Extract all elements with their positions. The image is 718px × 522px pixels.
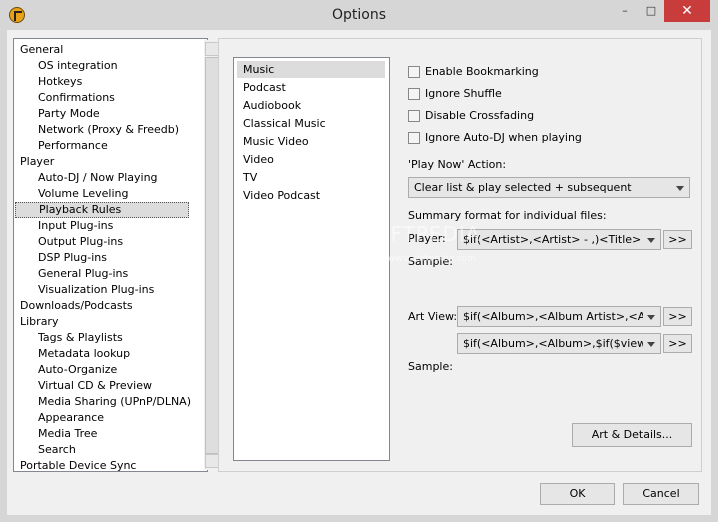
tree-item[interactable]: Output Plug-ins (38, 234, 123, 250)
checkbox-label: Disable Crossfading (425, 109, 535, 122)
art-details-button[interactable]: Art & Details... (572, 423, 692, 447)
chevron-down-icon (676, 186, 684, 191)
tree-item[interactable]: Volume Leveling (38, 186, 128, 202)
tree-item[interactable]: Appearance (38, 410, 104, 426)
chevron-down-icon (647, 342, 655, 347)
media-type-item[interactable]: Music Video (237, 133, 385, 150)
checkbox-box[interactable] (408, 88, 420, 100)
tree-item[interactable]: Media Sharing (UPnP/DLNA) (38, 394, 191, 410)
tree-item[interactable]: Tags & Playlists (38, 330, 123, 346)
tree-item[interactable]: Search (38, 442, 76, 458)
tree-item[interactable]: Confirmations (38, 90, 115, 106)
minimize-button[interactable]: – (612, 0, 638, 22)
ok-button[interactable]: OK (540, 483, 615, 505)
tree-item[interactable]: Party Mode (38, 106, 100, 122)
art-view-format-dropdown-1[interactable]: $if(<Album>,<Album Artist>,<Artist (457, 306, 661, 327)
play-now-value: Clear list & play selected + subsequent (414, 181, 632, 194)
tree-item[interactable]: General (20, 42, 63, 58)
title-bar: Options – □ ✕ (0, 0, 718, 30)
art-view-format-value: $if(<Album>,<Album>,$if($viewmod (463, 337, 643, 350)
window-title: Options (331, 7, 387, 23)
checkbox-label: Ignore Auto-DJ when playing (425, 131, 582, 144)
play-now-dropdown[interactable]: Clear list & play selected + subsequent (408, 177, 690, 198)
tree-item[interactable]: Player (20, 154, 54, 170)
scroll-up-arrow[interactable] (205, 42, 219, 56)
media-type-item[interactable]: Classical Music (237, 115, 385, 132)
media-type-item[interactable]: TV (237, 169, 385, 186)
player-format-value: $if(<Artist>,<Artist> - ,)<Title> (463, 233, 642, 246)
chevron-down-icon (647, 238, 655, 243)
tree-item[interactable]: Media Tree (38, 426, 97, 442)
media-type-item[interactable]: Music (237, 61, 385, 78)
media-type-item[interactable]: Podcast (237, 79, 385, 96)
media-type-item[interactable]: Video (237, 151, 385, 168)
summary-format-label: Summary format for individual files: (408, 209, 607, 222)
media-type-item[interactable]: Audiobook (237, 97, 385, 114)
tree-item[interactable]: Auto-Organize (38, 362, 117, 378)
checkbox-box[interactable] (408, 66, 420, 78)
tree-item[interactable]: Virtual CD & Preview (38, 378, 152, 394)
art-view-label: Art View: (408, 310, 458, 323)
tree-item[interactable]: Network (Proxy & Freedb) (38, 122, 179, 138)
art-view-expand-button-1[interactable]: >> (663, 307, 692, 326)
tree-item[interactable]: Auto-DJ / Now Playing (38, 170, 158, 186)
player-expand-button[interactable]: >> (663, 230, 692, 249)
tree-item[interactable]: Input Plug-ins (38, 218, 113, 234)
tree-item[interactable]: Metadata lookup (38, 346, 130, 362)
close-button[interactable]: ✕ (664, 0, 710, 22)
art-view-format-value: $if(<Album>,<Album Artist>,<Artist (463, 310, 643, 323)
cancel-button[interactable]: Cancel (623, 483, 699, 505)
scroll-thumb[interactable] (205, 57, 219, 454)
art-view-expand-button-2[interactable]: >> (663, 334, 692, 353)
tree-item[interactable]: Hotkeys (38, 74, 82, 90)
tree-item[interactable]: Playback Rules (15, 202, 189, 218)
tree-item[interactable]: Library (20, 314, 58, 330)
play-now-label: 'Play Now' Action: (408, 158, 507, 171)
watermark-subtext: www.softpedia.com (388, 254, 476, 264)
sample-label: Sample: (408, 360, 453, 373)
art-view-format-dropdown-2[interactable]: $if(<Album>,<Album>,$if($viewmod (457, 333, 661, 354)
checkbox-label: Ignore Shuffle (425, 87, 502, 100)
tree-item[interactable]: Portable Device Sync (20, 458, 136, 474)
tree-item[interactable]: Downloads/Podcasts (20, 298, 133, 314)
checkbox-label: Enable Bookmarking (425, 65, 539, 78)
tree-item[interactable]: Performance (38, 138, 108, 154)
options-tree[interactable]: General OS integration Hotkeys Confirmation… (13, 38, 220, 474)
maximize-button[interactable]: □ (638, 0, 664, 22)
watermark-text: SOFTPEDIA (360, 222, 481, 246)
checkbox-box[interactable] (408, 132, 420, 144)
media-type-list[interactable]: Music Podcast Audiobook Classical Music Musi… (233, 57, 390, 461)
checkbox-box[interactable] (408, 110, 420, 122)
tree-item[interactable]: DSP Plug-ins (38, 250, 107, 266)
player-format-dropdown[interactable]: $if(<Artist>,<Artist> - ,)<Title> (457, 229, 661, 250)
scroll-down-arrow[interactable] (205, 454, 219, 468)
chevron-down-icon (647, 315, 655, 320)
media-type-item[interactable]: Video Podcast (237, 187, 385, 204)
tree-item[interactable]: OS integration (38, 58, 118, 74)
tree-item[interactable]: Visualization Plug-ins (38, 282, 154, 298)
tree-item[interactable]: General Plug-ins (38, 266, 128, 282)
